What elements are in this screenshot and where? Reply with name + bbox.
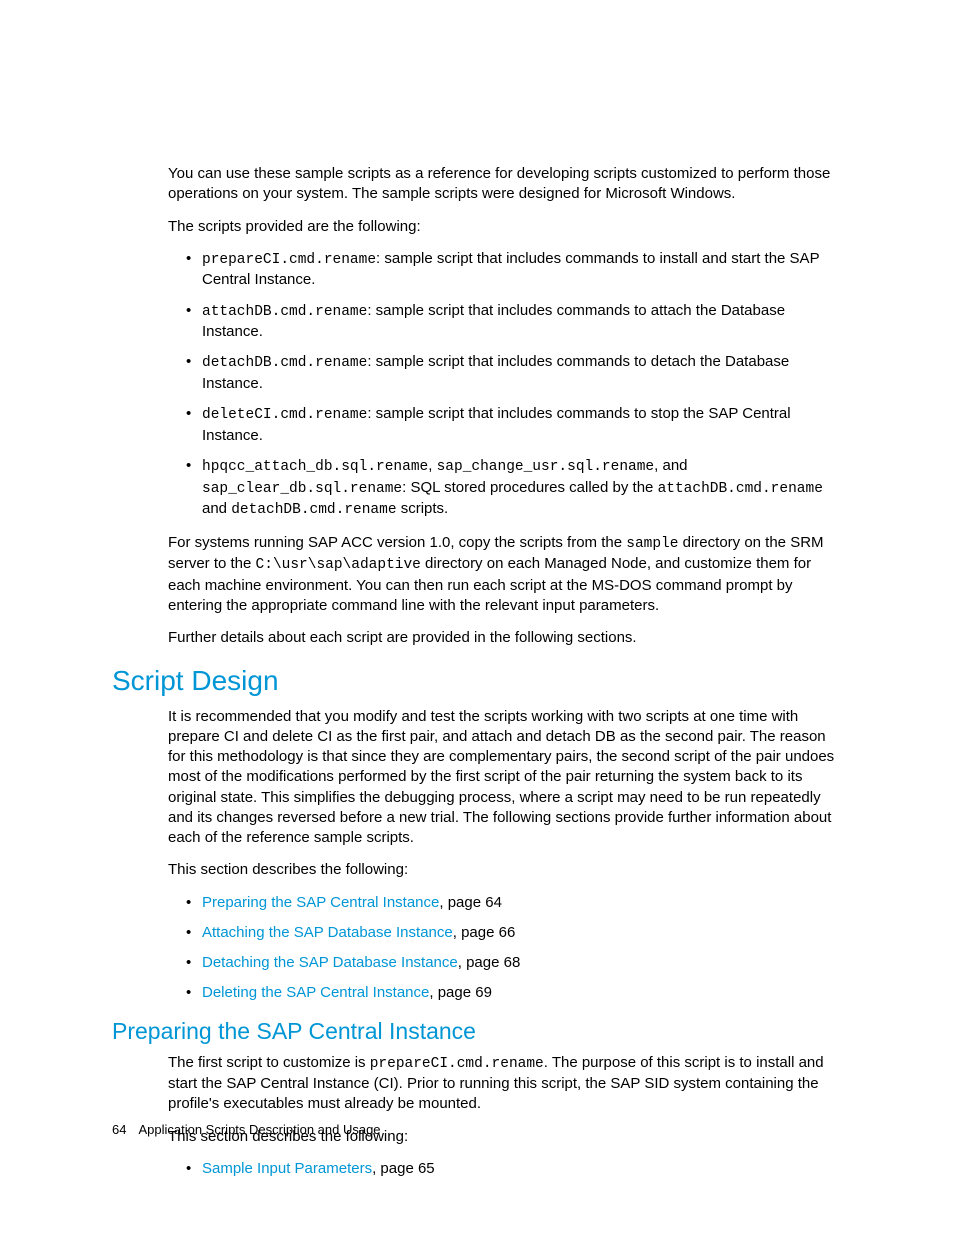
link-sample-input-parameters[interactable]: Sample Input Parameters	[202, 1160, 372, 1177]
list-item: deleteCI.cmd.rename: sample script that …	[168, 404, 842, 446]
page-ref: , page 68	[458, 954, 521, 971]
link-deleting-sap-ci[interactable]: Deleting the SAP Central Instance	[202, 984, 429, 1001]
t: : SQL stored procedures called by the	[402, 479, 657, 496]
code-text: sap_clear_db.sql.rename	[202, 481, 402, 497]
code-text: detachDB.cmd.rename	[231, 502, 396, 518]
t: and	[202, 500, 231, 517]
link-preparing-sap-ci[interactable]: Preparing the SAP Central Instance	[202, 894, 439, 911]
code-text: hpqcc_attach_db.sql.rename	[202, 459, 428, 475]
list-item: prepareCI.cmd.rename: sample script that…	[168, 249, 842, 291]
code-text: deleteCI.cmd.rename	[202, 407, 367, 423]
heading-script-design: Script Design	[112, 665, 842, 697]
list-item: hpqcc_attach_db.sql.rename, sap_change_u…	[168, 456, 842, 521]
page-ref: , page 66	[453, 924, 516, 941]
heading-preparing-sap-ci: Preparing the SAP Central Instance	[112, 1018, 842, 1045]
page-ref: , page 65	[372, 1160, 435, 1177]
further-paragraph: Further details about each script are pr…	[168, 628, 842, 648]
t: For systems running SAP ACC version 1.0,…	[168, 534, 626, 551]
list-item: Attaching the SAP Database Instance, pag…	[168, 923, 842, 943]
list-item: Deleting the SAP Central Instance, page …	[168, 983, 842, 1003]
acc-paragraph: For systems running SAP ACC version 1.0,…	[168, 533, 842, 617]
t: scripts.	[397, 500, 449, 517]
code-text: prepareCI.cmd.rename	[370, 1056, 544, 1072]
page-ref: , page 64	[439, 894, 502, 911]
t: , and	[654, 457, 687, 474]
list-item: detachDB.cmd.rename: sample script that …	[168, 352, 842, 394]
code-text: detachDB.cmd.rename	[202, 355, 367, 371]
t: ,	[428, 457, 436, 474]
list-item: Sample Input Parameters, page 65	[168, 1159, 842, 1179]
t: The first script to customize is	[168, 1054, 370, 1071]
code-text: prepareCI.cmd.rename	[202, 252, 376, 268]
code-text: attachDB.cmd.rename	[658, 481, 823, 497]
links-list: Preparing the SAP Central Instance, page…	[168, 893, 842, 1004]
link-attaching-sap-db[interactable]: Attaching the SAP Database Instance	[202, 924, 453, 941]
list-item: Preparing the SAP Central Instance, page…	[168, 893, 842, 913]
intro-paragraph-2: The scripts provided are the following:	[168, 217, 842, 237]
section-intro: This section describes the following:	[168, 860, 842, 880]
footer-title: Application Scripts Description and Usag…	[138, 1122, 380, 1137]
page-ref: , page 69	[429, 984, 492, 1001]
links-list: Sample Input Parameters, page 65	[168, 1159, 842, 1179]
list-item: Detaching the SAP Database Instance, pag…	[168, 953, 842, 973]
page-footer: 64 Application Scripts Description and Us…	[112, 1122, 381, 1137]
list-item: attachDB.cmd.rename: sample script that …	[168, 301, 842, 343]
code-text: sample	[626, 536, 678, 552]
link-detaching-sap-db[interactable]: Detaching the SAP Database Instance	[202, 954, 458, 971]
code-text: attachDB.cmd.rename	[202, 304, 367, 320]
scripts-list: prepareCI.cmd.rename: sample script that…	[168, 249, 842, 521]
code-text: C:\usr\sap\adaptive	[256, 557, 421, 573]
code-text: sap_change_usr.sql.rename	[437, 459, 655, 475]
prep-paragraph: The first script to customize is prepare…	[168, 1053, 842, 1115]
page-number: 64	[112, 1122, 126, 1137]
script-design-paragraph: It is recommended that you modify and te…	[168, 707, 842, 849]
intro-paragraph-1: You can use these sample scripts as a re…	[168, 164, 842, 205]
